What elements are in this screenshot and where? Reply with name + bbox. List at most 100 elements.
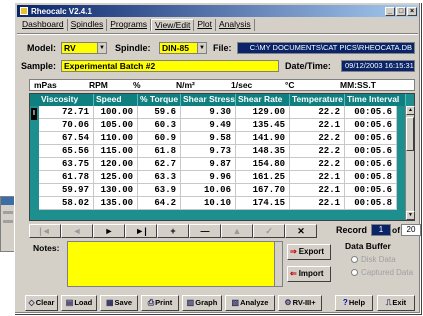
tab-analysis[interactable]: Analysis: [216, 19, 255, 31]
exit-icon: ⎍: [385, 298, 392, 307]
notes-label: Notes:: [33, 243, 60, 253]
rv-iii-button[interactable]: ⚙RV-III+: [278, 295, 322, 311]
instrument-icon: ⚙: [284, 298, 292, 307]
help-button[interactable]: ?Help: [335, 295, 373, 311]
table-row[interactable]: 72.71 100.00 59.6 9.30 129.00 22.2 00:05…: [39, 106, 397, 119]
insert-record-button[interactable]: +: [157, 224, 189, 238]
save-button[interactable]: ▦Save: [100, 295, 138, 311]
next-record-button[interactable]: ►: [93, 224, 125, 238]
row-selector-marker[interactable]: I: [31, 108, 37, 120]
table-row[interactable]: 65.56 115.00 61.8 9.73 148.35 22.2 00:05…: [39, 145, 397, 158]
grid-scrollbar[interactable]: ▲ ▼: [405, 106, 415, 220]
notes-scrollbar[interactable]: [274, 242, 282, 286]
data-buffer-title: Data Buffer: [345, 241, 391, 251]
cancel-edit-button[interactable]: ✕: [285, 224, 317, 238]
disk-data-radio[interactable]: Disk Data: [351, 255, 396, 264]
background-window-titlebar: [1, 197, 15, 205]
print-icon: ⎙: [147, 298, 155, 307]
load-icon: ▤: [65, 298, 74, 307]
spindle-value: DIN-85: [162, 43, 189, 53]
tab-plot[interactable]: Plot: [194, 19, 216, 31]
unit-torque: %: [133, 80, 141, 90]
units-row: mPas RPM % N/m² 1/sec °C MM:SS.T: [29, 79, 415, 91]
import-button[interactable]: ⇐ Import: [287, 266, 331, 282]
unit-time: MM:SS.T: [340, 80, 376, 90]
col-header-temperature[interactable]: Temperature: [290, 94, 345, 106]
export-icon: ⇒: [290, 247, 297, 256]
graph-icon: ▥: [186, 298, 195, 307]
unit-viscosity: mPas: [34, 80, 57, 90]
radio-icon: [351, 256, 358, 263]
screenshot-stage: Rheocalc V2.4.1 _ □ × Dashboard Spindles…: [0, 0, 423, 316]
sample-label: Sample:: [21, 61, 57, 71]
tab-spindles[interactable]: Spindles: [68, 19, 108, 31]
col-header-torque[interactable]: % Torque: [138, 94, 181, 106]
tab-divider: [17, 33, 418, 35]
title-bar[interactable]: Rheocalc V2.4.1 _ □ ×: [17, 5, 418, 17]
minimize-icon[interactable]: _: [385, 6, 395, 16]
notes-textarea[interactable]: [67, 241, 283, 287]
col-header-viscosity[interactable]: Viscosity: [39, 94, 94, 106]
table-row[interactable]: 59.97 130.00 63.9 10.06 167.70 22.1 00:0…: [39, 184, 397, 197]
help-icon: ?: [342, 298, 348, 307]
app-icon: [20, 7, 28, 15]
post-record-button[interactable]: ✓: [253, 224, 285, 238]
unit-temperature: °C: [285, 80, 295, 90]
window-title: Rheocalc V2.4.1: [31, 6, 92, 16]
table-row[interactable]: 70.06 105.00 60.3 9.49 135.45 22.1 00:05…: [39, 119, 397, 132]
close-icon[interactable]: ×: [407, 6, 417, 16]
chevron-down-icon[interactable]: ▼: [197, 43, 206, 53]
delete-record-button[interactable]: —: [189, 224, 221, 238]
tab-bar: Dashboard Spindles Programs View/Edit Pl…: [19, 19, 255, 31]
analyze-button[interactable]: ▧Analyze: [225, 295, 275, 311]
table-row[interactable]: 58.02 135.00 64.2 10.10 174.15 22.1 00:0…: [39, 197, 397, 210]
col-header-shear-rate[interactable]: Shear Rate: [236, 94, 290, 106]
maximize-icon[interactable]: □: [396, 6, 406, 16]
col-header-shear-stress[interactable]: Shear Stress: [181, 94, 236, 106]
last-record-button[interactable]: ►|: [125, 224, 157, 238]
file-path-field[interactable]: C:\MY DOCUMENTS\CAT PICS\RHEOCATA.DB: [237, 42, 415, 54]
edit-record-button[interactable]: ▲: [221, 224, 253, 238]
captured-data-radio[interactable]: Captured Data: [351, 268, 413, 277]
chevron-down-icon[interactable]: ▼: [97, 43, 106, 53]
record-current[interactable]: 1: [371, 224, 391, 236]
datetime-label: Date/Time:: [285, 61, 331, 71]
exit-button[interactable]: ⎍Exit: [377, 295, 415, 311]
load-button[interactable]: ▤Load: [61, 295, 97, 311]
tab-view-edit[interactable]: View/Edit: [151, 19, 195, 31]
clear-icon: ◇: [28, 298, 35, 307]
scroll-up-icon[interactable]: ▲: [406, 106, 415, 115]
unit-shear-stress: N/m²: [176, 80, 195, 90]
tab-programs[interactable]: Programs: [107, 19, 152, 31]
radio-icon: [351, 269, 358, 276]
tab-dashboard[interactable]: Dashboard: [19, 19, 68, 31]
export-button[interactable]: ⇒ Export: [287, 244, 331, 260]
table-row[interactable]: 61.78 125.00 63.3 9.96 161.25 22.1 00:05…: [39, 171, 397, 184]
print-button[interactable]: ⎙Print: [141, 295, 179, 311]
model-value: RV: [64, 43, 76, 53]
file-label: File:: [213, 43, 232, 53]
col-header-speed[interactable]: Speed: [94, 94, 138, 106]
table-row[interactable]: 63.75 120.00 62.7 9.87 154.80 22.2 00:05…: [39, 158, 397, 171]
datetime-field: 09/12/2003 16:15:31: [341, 60, 415, 72]
model-label: Model:: [27, 43, 56, 53]
record-of-label: of: [392, 225, 401, 235]
table-row[interactable]: 67.54 110.00 60.9 9.58 141.90 22.2 00:05…: [39, 132, 397, 145]
first-record-button[interactable]: |◄: [29, 224, 61, 238]
sample-field[interactable]: Experimental Batch #2: [61, 60, 279, 72]
data-grid: Viscosity Speed % Torque Shear Stress Sh…: [29, 93, 415, 221]
record-navigator: |◄ ◄ ► ►| + — ▲ ✓ ✕: [29, 224, 317, 238]
graph-button[interactable]: ▥Graph: [182, 295, 222, 311]
scroll-thumb[interactable]: [406, 117, 414, 151]
grid-header: Viscosity Speed % Torque Shear Stress Sh…: [30, 94, 406, 106]
prior-record-button[interactable]: ◄: [61, 224, 93, 238]
spindle-select[interactable]: DIN-85 ▼: [159, 42, 207, 54]
col-header-time-interval[interactable]: Time Interval: [345, 94, 406, 106]
clear-button[interactable]: ◇Clear: [25, 295, 58, 311]
record-total: 20: [401, 224, 421, 236]
save-icon: ▦: [105, 298, 114, 307]
spindle-label: Spindle:: [115, 43, 151, 53]
scroll-down-icon[interactable]: ▼: [406, 211, 415, 220]
model-select[interactable]: RV ▼: [61, 42, 107, 54]
record-label: Record: [336, 225, 368, 235]
